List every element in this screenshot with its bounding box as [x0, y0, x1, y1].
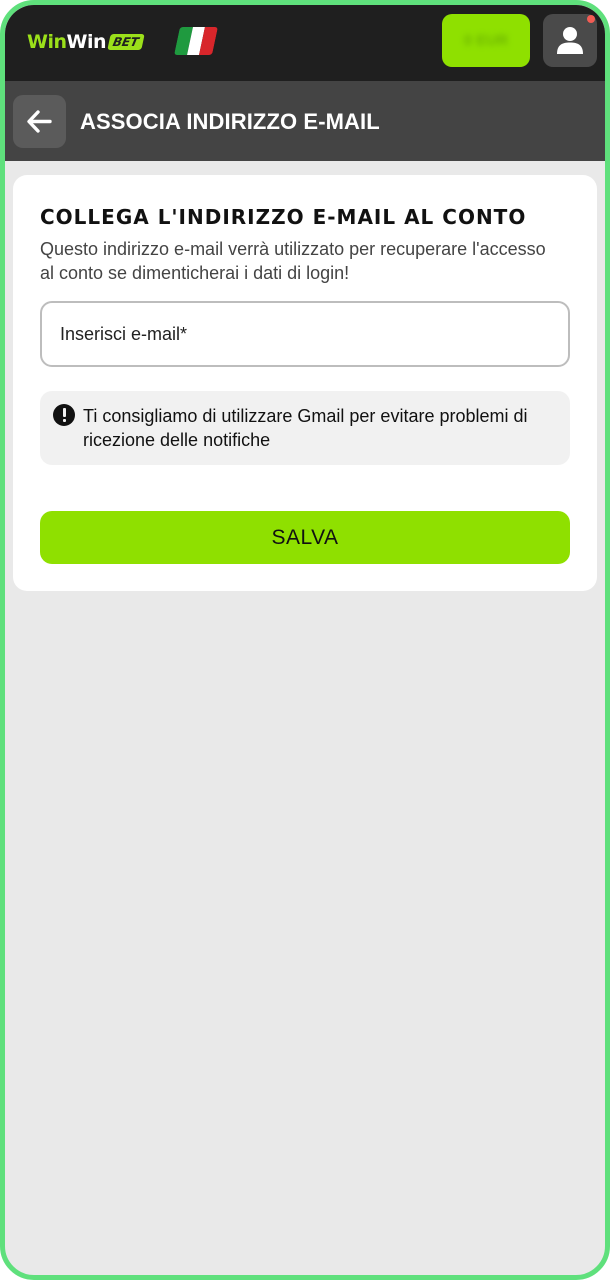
exclamation-circle-icon	[53, 404, 75, 426]
balance-button[interactable]: 0 EUR	[442, 14, 530, 67]
arrow-left-icon	[27, 110, 52, 133]
save-button[interactable]: SALVA	[40, 511, 570, 564]
user-icon	[557, 27, 583, 54]
logo-badge: BET	[107, 34, 145, 50]
notification-dot	[587, 15, 595, 23]
balance-label: 0 EUR	[463, 32, 509, 49]
card-description: Questo indirizzo e-mail verrà utilizzato…	[40, 239, 546, 283]
email-input[interactable]	[40, 301, 570, 367]
page-title: ASSOCIA INDIRIZZO E-MAIL	[80, 109, 380, 134]
sub-header: ASSOCIA INDIRIZZO E-MAIL	[5, 81, 605, 161]
logo-word-1: Win	[27, 31, 67, 53]
email-link-card: COLLEGA L'INDIRIZZO E-MAIL AL CONTO Ques…	[13, 175, 597, 591]
card-title: COLLEGA L'INDIRIZZO E-MAIL AL CONTO	[40, 205, 527, 229]
back-button[interactable]	[13, 95, 66, 148]
hint-text: Ti consigliamo di utilizzare Gmail per e…	[83, 406, 528, 450]
logo-text: WinWin	[27, 31, 106, 53]
italy-flag-icon[interactable]	[174, 27, 218, 55]
brand-logo[interactable]: WinWin BET	[27, 31, 145, 53]
gmail-hint-box: Ti consigliamo di utilizzare Gmail per e…	[40, 391, 570, 465]
top-header: WinWin BET 0 EUR	[5, 5, 605, 81]
logo-word-2: Win	[66, 31, 107, 53]
app-frame: WinWin BET 0 EUR ASSOCIA INDIRIZZO E-MAI…	[0, 0, 610, 1280]
